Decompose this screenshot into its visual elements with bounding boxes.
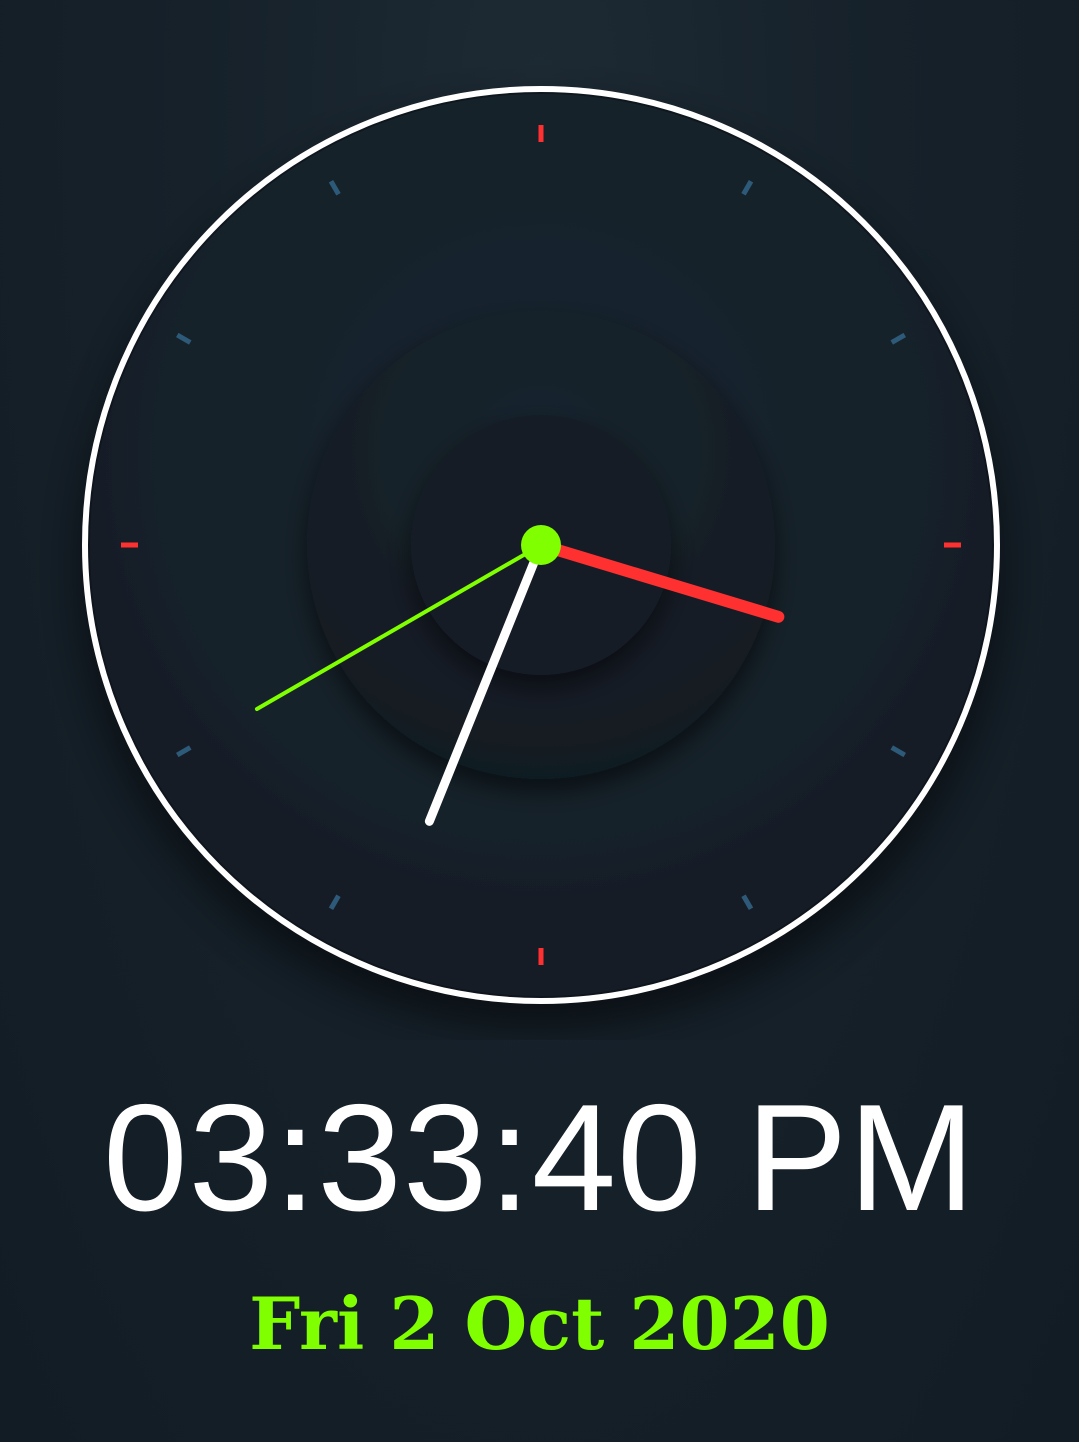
center-dot: [521, 525, 561, 565]
digital-time: 03:33:40 PM: [103, 1073, 976, 1243]
analog-clock: [82, 86, 1000, 1004]
date-label: Fri 2 Oct 2020: [249, 1281, 830, 1366]
